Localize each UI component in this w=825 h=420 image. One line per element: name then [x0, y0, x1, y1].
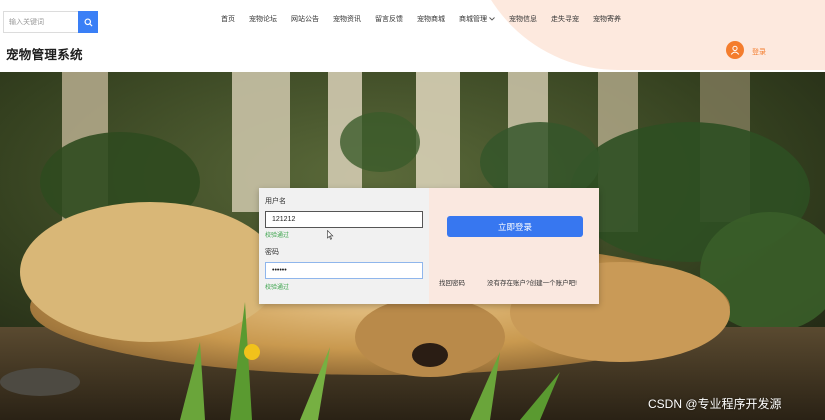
login-submit-button[interactable]: 立即登录 [447, 216, 583, 237]
user-icon[interactable] [726, 41, 744, 59]
nav-label: 宠物商城 [417, 16, 445, 23]
main-nav: 首页 宠物论坛 网站公告 宠物资讯 留言反馈 宠物商城 商城管理 宠物信息 走失… [214, 13, 628, 25]
nav-announcement[interactable]: 网站公告 [284, 14, 326, 24]
password-label: 密码 [265, 249, 279, 256]
nav-label: 宠物信息 [509, 16, 537, 23]
password-field[interactable] [265, 262, 423, 279]
nav-home[interactable]: 首页 [214, 14, 242, 24]
search-icon [83, 17, 93, 27]
nav-pet-info[interactable]: 宠物信息 [502, 14, 544, 24]
nav-shop-management[interactable]: 商城管理 [452, 14, 502, 24]
nav-forum[interactable]: 宠物论坛 [242, 14, 284, 24]
top-header: 首页 宠物论坛 网站公告 宠物资讯 留言反馈 宠物商城 商城管理 宠物信息 走失… [0, 0, 825, 72]
nav-news[interactable]: 宠物资讯 [326, 14, 368, 24]
nav-label: 走失寻宠 [551, 16, 579, 23]
nav-lost-pets[interactable]: 走失寻宠 [544, 14, 586, 24]
nav-shop[interactable]: 宠物商城 [410, 14, 452, 24]
username-field[interactable] [265, 211, 423, 228]
nav-label: 网站公告 [291, 16, 319, 23]
search-input[interactable] [3, 11, 78, 33]
user-area: 登录 [726, 41, 766, 59]
nav-label: 宠物资讯 [333, 16, 361, 23]
nav-label: 留言反馈 [375, 16, 403, 23]
nav-label: 宠物论坛 [249, 16, 277, 23]
login-link[interactable]: 登录 [752, 47, 766, 57]
nav-label: 商城管理 [459, 16, 487, 23]
search-bar [3, 11, 98, 33]
search-button[interactable] [78, 11, 98, 33]
site-title: 宠物管理系统 [6, 48, 83, 62]
login-actions: 立即登录 找回密码 没有存在账户?创建一个账户吧! [429, 188, 599, 304]
login-card: 用户名 校验通过 密码 校验通过 立即登录 找回密码 没有存在账户?创建一个账户… [259, 188, 599, 304]
nav-feedback[interactable]: 留言反馈 [368, 14, 410, 24]
register-link[interactable]: 没有存在账户?创建一个账户吧! [487, 277, 577, 287]
nav-label: 首页 [221, 16, 235, 23]
chevron-down-icon [489, 17, 495, 21]
mouse-cursor-icon [327, 230, 334, 240]
login-form: 用户名 校验通过 密码 校验通过 [259, 188, 429, 304]
username-label: 用户名 [265, 198, 286, 205]
nav-pet-boarding[interactable]: 宠物寄养 [586, 14, 628, 24]
header-decoration [468, 0, 825, 70]
username-validation-status: 校验通过 [265, 233, 290, 239]
nav-label: 宠物寄养 [593, 16, 621, 23]
password-validation-status: 校验通过 [265, 285, 290, 291]
watermark-text: CSDN @专业程序开发源 [648, 397, 782, 411]
forgot-password-link[interactable]: 找回密码 [439, 277, 465, 287]
